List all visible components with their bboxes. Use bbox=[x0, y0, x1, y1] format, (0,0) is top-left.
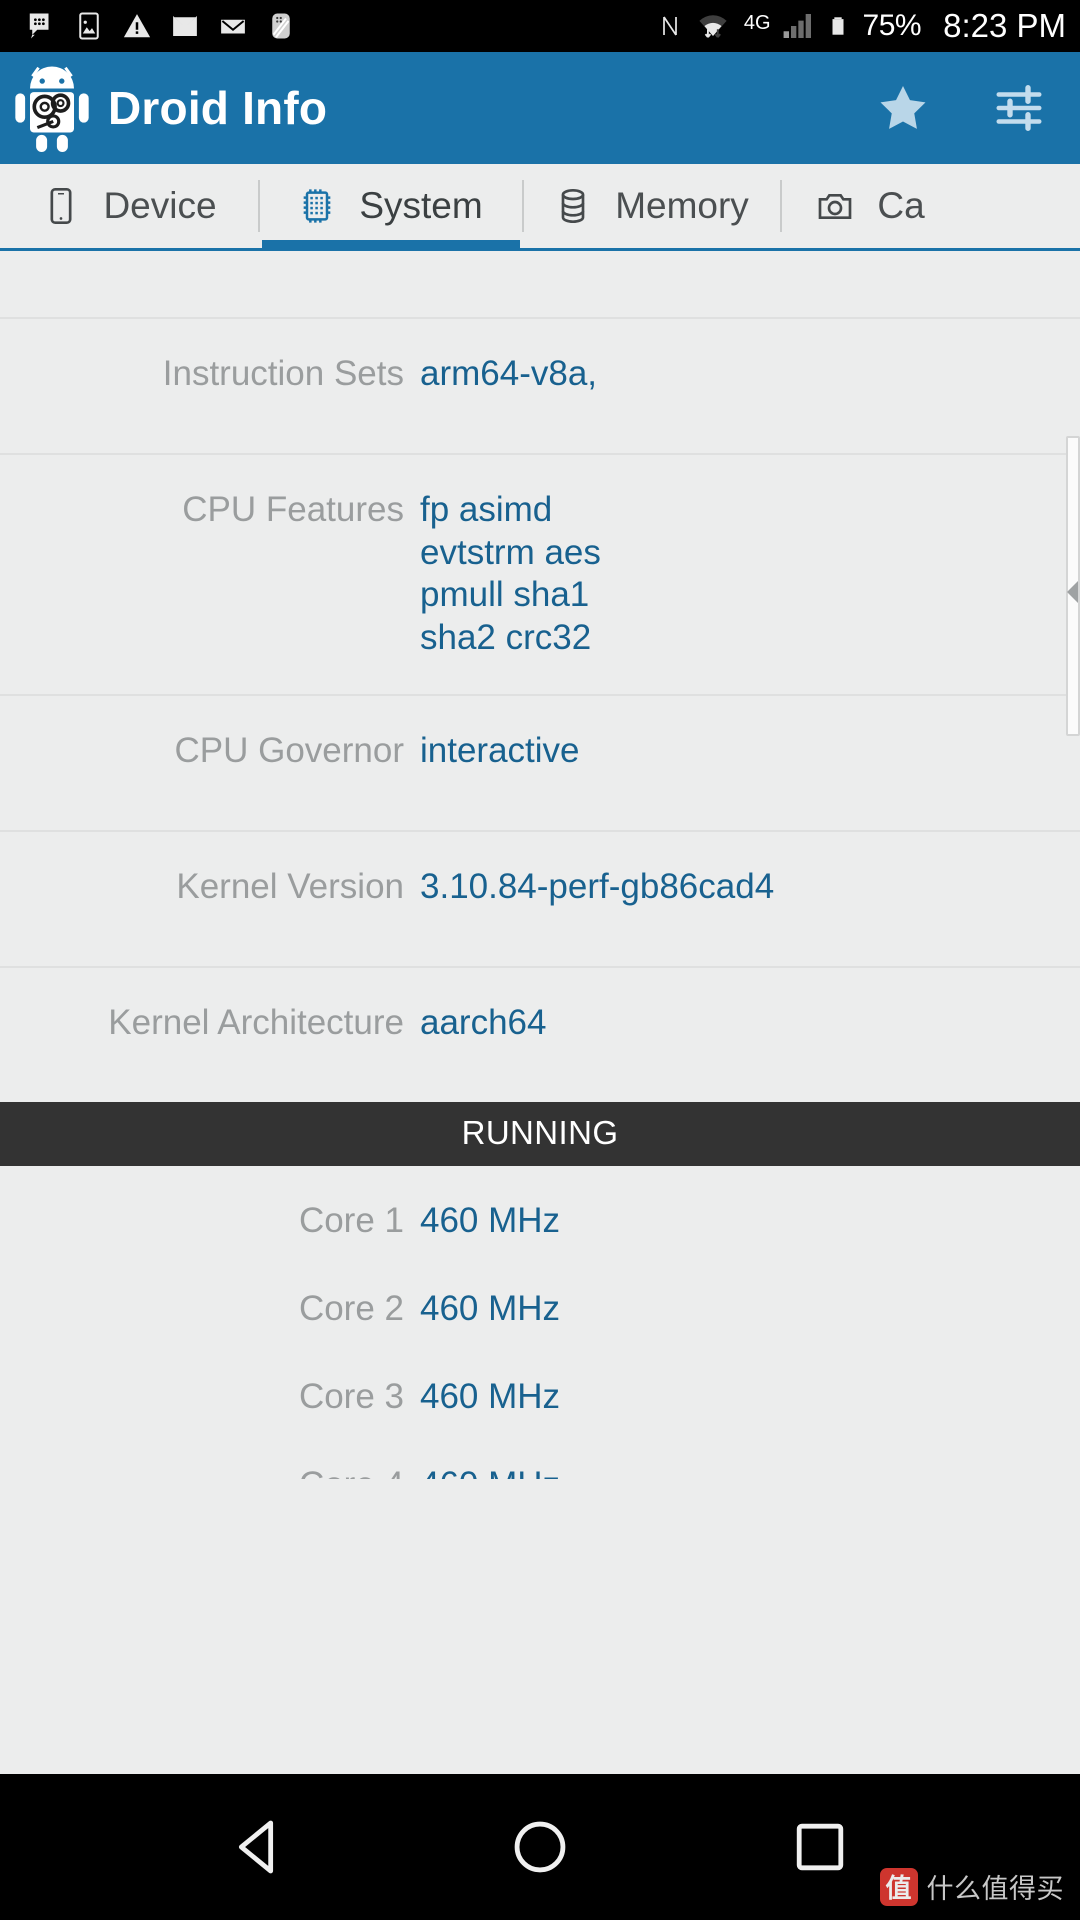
row-value: 460 MHz bbox=[420, 1288, 561, 1328]
home-circle-icon[interactable] bbox=[508, 1815, 572, 1879]
signal-bars-icon bbox=[781, 10, 813, 42]
row-label: Clock Speed bbox=[0, 251, 420, 254]
row-label: Instruction Sets bbox=[162, 354, 404, 393]
watermark-text: 什么值得买 bbox=[926, 1874, 1064, 1904]
sms-icon bbox=[26, 10, 56, 42]
mail-open-icon bbox=[218, 10, 248, 42]
nfc-icon bbox=[658, 10, 682, 42]
star-icon[interactable] bbox=[876, 81, 930, 135]
sliders-icon[interactable] bbox=[992, 81, 1046, 135]
table-row: Core 1 460 MHz bbox=[0, 1200, 1080, 1266]
tab-device-label: Device bbox=[103, 185, 217, 226]
table-row: CPU Governor interactive bbox=[0, 730, 1080, 796]
system-info-list[interactable]: Clock Speed 1440 MHz - 1440 MHz Instruct… bbox=[0, 251, 1080, 1479]
section-header-running: RUNNING bbox=[0, 1101, 1080, 1166]
phone-icon bbox=[41, 184, 81, 228]
row-label: CPU Governor bbox=[174, 730, 404, 770]
photo-icon bbox=[74, 10, 104, 42]
tab-active-indicator bbox=[262, 240, 520, 248]
status-bar-system-icons: 4G 75% 8:23 PM bbox=[658, 7, 1066, 45]
row-value: 460 MHz bbox=[420, 1200, 561, 1240]
cpu-chip-icon bbox=[297, 184, 337, 228]
app-bar-actions bbox=[876, 81, 1046, 135]
tab-memory[interactable]: Memory bbox=[522, 164, 780, 248]
app-title: Droid Info bbox=[108, 82, 328, 134]
tab-camera-label: Ca bbox=[877, 185, 925, 226]
row-value: aarch64 bbox=[420, 1002, 547, 1042]
watermark: 值 什么值得买 bbox=[879, 1867, 1065, 1906]
recents-square-icon[interactable] bbox=[788, 1815, 852, 1879]
battery-percentage: 75% bbox=[862, 9, 922, 42]
app-screen: 4G 75% 8:23 PM Droid Info Device System … bbox=[0, 0, 1080, 1920]
app-icon bbox=[266, 10, 296, 42]
table-row: Kernel Architecture aarch64 bbox=[0, 1002, 1080, 1068]
android-status-bar: 4G 75% 8:23 PM bbox=[0, 0, 1080, 52]
table-row: Clock Speed 1440 MHz - 1440 MHz bbox=[0, 251, 1080, 317]
table-row: Kernel Version 3.10.84-perf-gb86cad4 bbox=[0, 866, 1080, 932]
edge-glow-arrow-icon bbox=[1067, 581, 1078, 603]
table-row: Core 3 460 MHz bbox=[0, 1376, 1080, 1442]
row-value: interactive bbox=[420, 730, 580, 770]
table-row: Core 4 460 MHz bbox=[0, 1464, 1080, 1479]
droid-logo-icon bbox=[12, 64, 92, 152]
watermark-badge: 值 bbox=[879, 1867, 918, 1906]
camera-icon bbox=[815, 184, 855, 228]
mail-icon bbox=[170, 10, 200, 42]
table-row: CPU Features fp asimd evtstrm aes pmull … bbox=[0, 489, 1080, 660]
battery-icon bbox=[827, 10, 849, 42]
row-label: CPU Features bbox=[182, 490, 404, 529]
warning-icon bbox=[122, 10, 152, 42]
row-value: arm64-v8a, bbox=[420, 354, 598, 393]
table-row: Core 2 460 MHz bbox=[0, 1288, 1080, 1354]
network-type-label: 4G bbox=[743, 12, 771, 34]
wifi-icon bbox=[696, 10, 730, 42]
row-label: Kernel Version bbox=[176, 866, 404, 906]
tab-system[interactable]: System bbox=[258, 164, 522, 248]
tab-system-label: System bbox=[359, 185, 483, 226]
status-bar-clock: 8:23 PM bbox=[943, 7, 1066, 44]
status-bar-notification-icons bbox=[26, 10, 296, 42]
row-label: Core 1 bbox=[298, 1200, 404, 1240]
row-label: Kernel Architecture bbox=[108, 1002, 404, 1042]
row-label: Core 4 bbox=[0, 1464, 420, 1479]
tab-memory-label: Memory bbox=[615, 185, 749, 226]
app-bar: Droid Info bbox=[0, 52, 1080, 164]
row-label: Core 3 bbox=[298, 1376, 404, 1416]
row-value: 3.10.84-perf-gb86cad4 bbox=[420, 866, 775, 906]
tab-camera[interactable]: Ca bbox=[780, 164, 960, 248]
tab-bar[interactable]: Device System Memory Ca bbox=[0, 164, 1080, 251]
table-row: Instruction Sets arm64-v8a, bbox=[0, 353, 1080, 419]
database-icon bbox=[553, 184, 593, 228]
back-triangle-icon[interactable] bbox=[228, 1815, 292, 1879]
row-value: 1440 MHz - 1440 MHz bbox=[420, 251, 1080, 254]
row-label: Core 2 bbox=[298, 1288, 404, 1328]
row-value: 460 MHz bbox=[420, 1464, 1080, 1479]
row-value: fp asimd evtstrm aes pmull sha1 sha2 crc… bbox=[420, 490, 601, 658]
tab-device[interactable]: Device bbox=[0, 164, 258, 248]
row-value: 460 MHz bbox=[420, 1376, 561, 1416]
